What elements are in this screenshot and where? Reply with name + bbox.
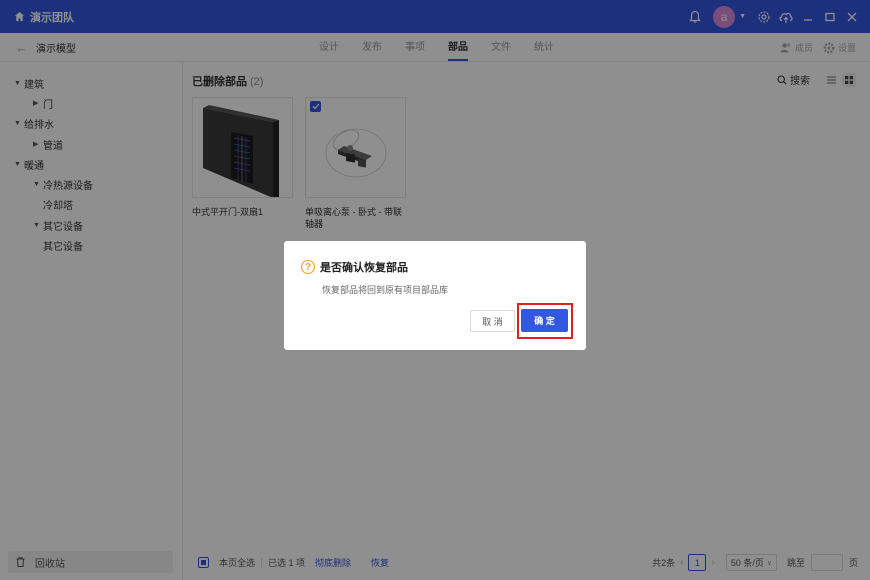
question-icon: ? <box>301 260 315 274</box>
confirm-button[interactable]: 确 定 <box>521 309 568 332</box>
dialog-message: 恢复部品将回到原有项目部品库 <box>322 285 449 295</box>
confirm-restore-dialog: ? 是否确认恢复部品 恢复部品将回到原有项目部品库 取 消 确 定 <box>284 241 586 350</box>
dialog-title-text: 是否确认恢复部品 <box>320 262 408 274</box>
cancel-button[interactable]: 取 消 <box>470 310 515 332</box>
dialog-title: ? 是否确认恢复部品 <box>301 259 408 275</box>
